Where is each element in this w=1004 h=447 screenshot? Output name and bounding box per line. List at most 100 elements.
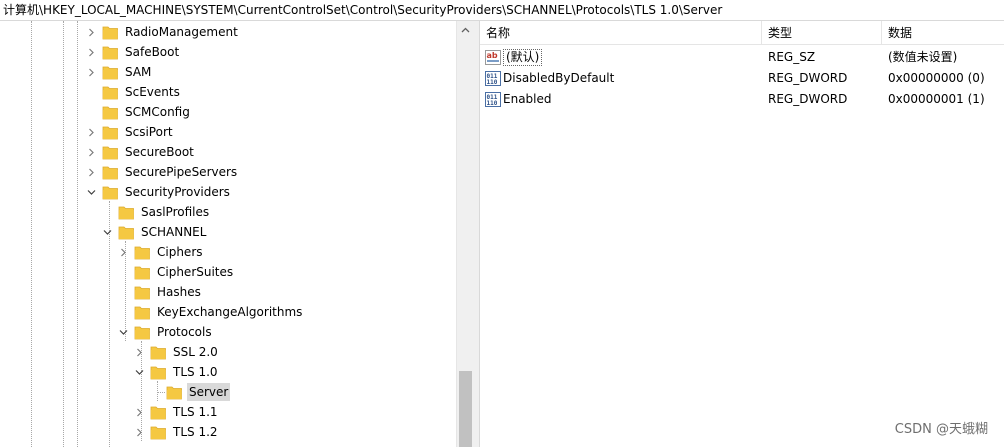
tree-node[interactable]: SCHANNEL	[118, 222, 208, 242]
tree-node[interactable]: SAM	[102, 62, 153, 82]
folder-icon	[150, 425, 167, 440]
tree-node-label: CipherSuites	[157, 265, 234, 279]
folder-icon	[166, 385, 183, 400]
tree-guide-line	[63, 21, 64, 447]
tree-node-label: SSL 2.0	[173, 345, 218, 359]
chevron-right-icon[interactable]	[118, 247, 128, 257]
svg-text:110: 110	[487, 100, 498, 107]
chevron-down-icon[interactable]	[134, 367, 144, 377]
folder-icon	[134, 325, 151, 340]
tree-node-label: RadioManagement	[125, 25, 238, 39]
tree-node[interactable]: SecurityProviders	[102, 182, 232, 202]
scroll-up-button[interactable]	[457, 21, 474, 38]
tree-node[interactable]: ScEvents	[102, 82, 182, 102]
column-header-type[interactable]: 类型	[762, 21, 882, 45]
tree-node[interactable]: Ciphers	[134, 242, 205, 262]
tree-node[interactable]: SSL 2.0	[150, 342, 220, 362]
tree-node-label: SecurePipeServers	[125, 165, 238, 179]
tree-guide-line	[31, 21, 32, 447]
tree-node[interactable]: Protocols	[134, 322, 214, 342]
chevron-right-icon[interactable]	[134, 427, 144, 437]
watermark: CSDN @天蛾糊	[894, 422, 988, 437]
value-name: Enabled	[503, 89, 552, 110]
value-type: REG_SZ	[768, 50, 816, 64]
folder-icon	[134, 285, 151, 300]
tree-node-label: SCHANNEL	[141, 225, 207, 239]
tree-node-label: ScEvents	[125, 85, 180, 99]
tree-node-label: TLS 1.0	[173, 365, 218, 379]
folder-icon	[118, 205, 135, 220]
svg-text:110: 110	[487, 79, 498, 86]
tree-node[interactable]: SafeBoot	[102, 42, 181, 62]
chevron-down-icon[interactable]	[86, 187, 96, 197]
tree-node-label: KeyExchangeAlgorithms	[157, 305, 303, 319]
chevron-right-icon[interactable]	[134, 407, 144, 417]
folder-icon	[134, 305, 151, 320]
folder-icon	[102, 45, 119, 60]
dword-value-icon: 011 110	[485, 92, 501, 107]
folder-icon	[102, 105, 119, 120]
chevron-down-icon[interactable]	[102, 227, 112, 237]
column-header-data[interactable]: 数据	[882, 21, 1004, 45]
tree-node[interactable]: ScsiPort	[102, 122, 175, 142]
scroll-thumb[interactable]	[459, 371, 472, 447]
tree-node[interactable]: SaslProfiles	[118, 202, 211, 222]
value-row[interactable]: 011 110 Enabled REG_DWORD 0x00000001 (1)	[480, 89, 1004, 110]
value-name-text: DisabledByDefault	[503, 71, 615, 85]
address-bar[interactable]: 计算机\HKEY_LOCAL_MACHINE\SYSTEM\CurrentCon…	[0, 0, 1004, 21]
chevron-right-icon[interactable]	[86, 47, 96, 57]
value-type: REG_DWORD	[768, 92, 848, 106]
tree-node[interactable]: Hashes	[134, 282, 203, 302]
tree-scrollbar[interactable]	[456, 21, 474, 447]
tree-node-label: SafeBoot	[125, 45, 180, 59]
chevron-down-icon[interactable]	[118, 327, 128, 337]
tree-node-label: TLS 1.1	[173, 405, 218, 419]
folder-icon	[102, 125, 119, 140]
values-header: 名称 类型 数据	[480, 21, 1004, 45]
tree-node[interactable]: TLS 1.1	[150, 402, 220, 422]
value-row[interactable]: ab (默认) REG_SZ (数值未设置)	[480, 47, 1004, 68]
tree-node-label: ScsiPort	[125, 125, 173, 139]
tree-node[interactable]: TLS 1.2	[150, 422, 220, 442]
tree-node-label: Server	[187, 383, 231, 401]
tree-node[interactable]: SCMConfig	[102, 102, 192, 122]
folder-icon	[102, 165, 119, 180]
chevron-right-icon[interactable]	[86, 167, 96, 177]
tree-guide-line	[109, 201, 110, 447]
chevron-right-icon[interactable]	[86, 147, 96, 157]
folder-icon	[102, 85, 119, 100]
value-data: (数值未设置)	[888, 50, 958, 64]
value-data: 0x00000001 (1)	[888, 92, 985, 106]
folder-icon	[150, 405, 167, 420]
tree-node[interactable]: CipherSuites	[134, 262, 235, 282]
chevron-up-icon	[461, 27, 470, 32]
chevron-right-icon[interactable]	[86, 67, 96, 77]
value-name: DisabledByDefault	[503, 68, 614, 89]
value-data: 0x00000000 (0)	[888, 71, 985, 85]
tree-node[interactable]: SecurePipeServers	[102, 162, 239, 182]
svg-text:ab: ab	[487, 51, 498, 60]
tree-node-label: SCMConfig	[125, 105, 190, 119]
tree-guide-line	[157, 392, 165, 393]
tree-node-label: Protocols	[157, 325, 212, 339]
chevron-right-icon[interactable]	[86, 127, 96, 137]
value-name-text: (默认)	[503, 49, 543, 66]
folder-icon	[150, 345, 167, 360]
chevron-right-icon[interactable]	[134, 347, 144, 357]
tree-guide-line	[157, 381, 158, 401]
tree-guide-line	[77, 21, 78, 447]
folder-icon	[102, 65, 119, 80]
tree-node[interactable]: RadioManagement	[102, 22, 240, 42]
address-path: 计算机\HKEY_LOCAL_MACHINE\SYSTEM\CurrentCon…	[3, 3, 723, 17]
dword-value-icon: 011 110	[485, 71, 501, 86]
column-header-name[interactable]: 名称	[480, 21, 762, 45]
tree-node[interactable]: TLS 1.0	[150, 362, 220, 382]
tree-node[interactable]: KeyExchangeAlgorithms	[134, 302, 304, 322]
folder-icon	[150, 365, 167, 380]
tree-node[interactable]: SecureBoot	[102, 142, 196, 162]
value-row[interactable]: 011 110 DisabledByDefault REG_DWORD 0x000000…	[480, 68, 1004, 89]
tree-node-label: Hashes	[157, 285, 201, 299]
chevron-right-icon[interactable]	[86, 27, 96, 37]
tree-node[interactable]: Server	[166, 382, 231, 402]
tree-node-label: SecurityProviders	[125, 185, 230, 199]
